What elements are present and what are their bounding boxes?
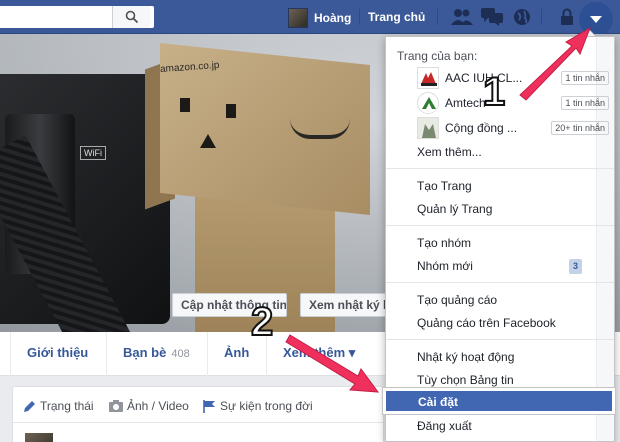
- manage-pages-item[interactable]: Quản lý Trang: [417, 202, 492, 216]
- settings-item[interactable]: Cài đặt: [382, 387, 616, 415]
- composer-tab-photo-video[interactable]: Ảnh / Video: [109, 399, 189, 413]
- activity-log-item[interactable]: Nhật ký hoạt động: [417, 350, 514, 364]
- user-name: Hoàng: [314, 11, 352, 25]
- divider: [541, 9, 542, 25]
- danbo-eye-image: [180, 98, 190, 112]
- divider: [359, 9, 360, 25]
- message-badge: 1 tin nhắn: [561, 96, 609, 110]
- news-feed-preferences-item[interactable]: Tùy chọn Bảng tin: [417, 373, 514, 387]
- divider: [386, 282, 614, 283]
- post-composer: Trạng thái Ảnh / Video Sự kiện trong đời: [12, 386, 384, 442]
- danbo-mouth-image: [200, 134, 216, 148]
- divider: [106, 332, 107, 376]
- your-pages-header: Trang của bạn:: [397, 49, 478, 63]
- home-link[interactable]: Trang chủ: [368, 10, 425, 24]
- page-logo-icon: [417, 67, 439, 89]
- avatar: [25, 433, 53, 442]
- tab-photos[interactable]: Ảnh: [224, 345, 249, 360]
- tab-friends[interactable]: Bạn bè 408: [123, 345, 190, 360]
- composer-tabs: Trạng thái Ảnh / Video Sự kiện trong đời: [13, 387, 383, 423]
- flag-icon: [203, 399, 215, 413]
- divider: [10, 332, 11, 376]
- new-groups-item[interactable]: Nhóm mới: [417, 259, 473, 273]
- settings-item-label: Cài đặt: [418, 395, 459, 409]
- notifications-globe-icon[interactable]: [513, 8, 531, 26]
- divider: [386, 168, 614, 169]
- search-button[interactable]: [112, 6, 150, 28]
- search-icon: [125, 10, 139, 24]
- composer-tab-life-event-label: Sự kiện trong đời: [220, 399, 313, 413]
- see-more-pages-link[interactable]: Xem thêm...: [417, 145, 482, 159]
- tab-more[interactable]: Xem thêm ▾: [283, 345, 355, 361]
- new-groups-count-badge: 3: [569, 259, 582, 274]
- divider: [437, 9, 438, 25]
- divider: [386, 225, 614, 226]
- annotation-step-1: 1: [482, 69, 506, 115]
- create-page-item[interactable]: Tạo Trang: [417, 179, 472, 193]
- danbo-eye-image: [226, 104, 236, 118]
- search-input[interactable]: [0, 6, 154, 28]
- divider: [386, 339, 614, 340]
- profile-link[interactable]: Hoàng: [288, 8, 351, 28]
- camera-wifi-label: WiFi: [80, 146, 106, 160]
- logout-item[interactable]: Đăng xuất: [417, 419, 472, 433]
- view-activity-log-button[interactable]: Xem nhật ký hoạt động: [300, 293, 386, 317]
- composer-tab-status[interactable]: Trạng thái: [23, 399, 94, 413]
- messages-icon[interactable]: [481, 8, 503, 26]
- divider: [207, 332, 208, 376]
- tab-about[interactable]: Giới thiệu: [27, 345, 88, 360]
- camera-icon: [109, 400, 123, 412]
- message-badge: 1 tin nhắn: [561, 71, 609, 85]
- composer-tab-photo-video-label: Ảnh / Video: [127, 399, 189, 413]
- page-logo-icon: [417, 92, 439, 114]
- page-name: Cộng đồng ...: [445, 121, 518, 135]
- friend-requests-icon[interactable]: [451, 8, 473, 26]
- page-item[interactable]: Cộng đồng ... 20+ tin nhắn: [417, 117, 609, 139]
- page-logo-icon: [417, 117, 439, 139]
- privacy-lock-icon[interactable]: [560, 8, 574, 26]
- annotation-step-2: 2: [250, 299, 274, 345]
- pencil-icon: [24, 400, 35, 412]
- create-ad-item[interactable]: Tạo quảng cáo: [417, 293, 497, 307]
- friends-count: 408: [171, 348, 190, 360]
- ads-on-facebook-item[interactable]: Quảng cáo trên Facebook: [417, 316, 556, 330]
- avatar: [288, 8, 308, 28]
- page-item[interactable]: AAC IUH CL... 1 tin nhắn: [417, 67, 609, 89]
- tab-friends-label: Bạn bè: [123, 345, 167, 360]
- create-group-item[interactable]: Tạo nhóm: [417, 236, 471, 250]
- page-item[interactable]: Amtech 1 tin nhắn: [417, 92, 609, 114]
- message-badge: 20+ tin nhắn: [551, 121, 609, 135]
- composer-tab-life-event[interactable]: Sự kiện trong đời: [203, 399, 313, 413]
- composer-tab-status-label: Trạng thái: [40, 399, 94, 413]
- top-navigation-bar: Hoàng Trang chủ: [0, 0, 620, 36]
